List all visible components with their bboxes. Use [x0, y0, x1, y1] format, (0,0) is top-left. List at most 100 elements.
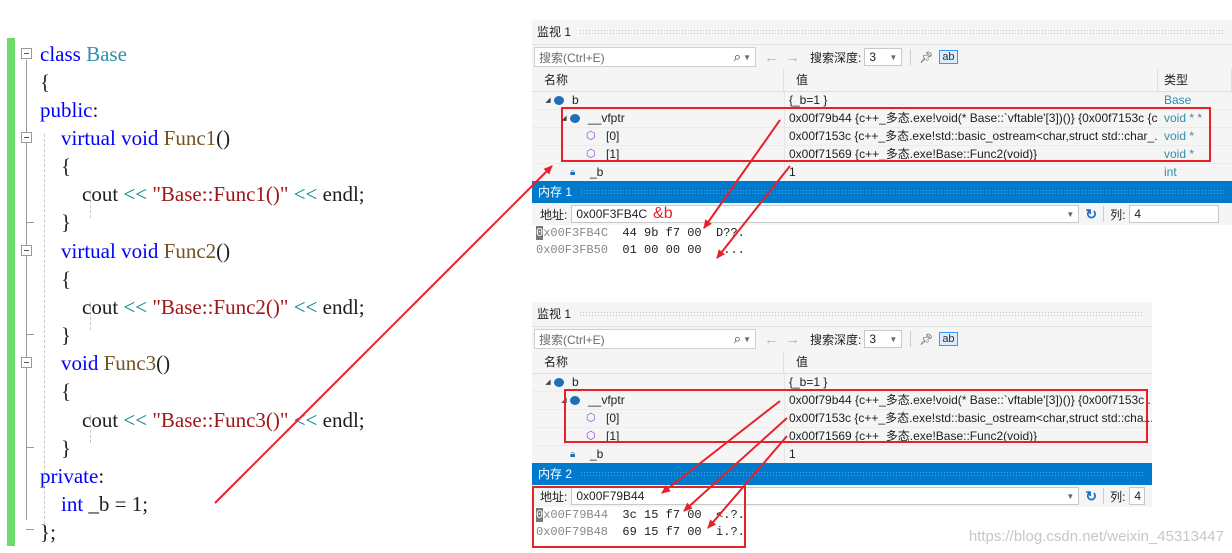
- code-line[interactable]: }: [40, 321, 71, 349]
- code-line[interactable]: };: [40, 518, 56, 546]
- watch-cell-value[interactable]: 0x00f71569 {c++_多态.exe!Base::Func2(void)…: [784, 146, 1158, 163]
- code-line[interactable]: cout << "Base::Func3()" << endl;: [40, 406, 365, 434]
- hex-display-icon[interactable]: ab: [939, 332, 958, 346]
- watch-cell-value[interactable]: 0x00f79b44 {c++_多态.exe!void(* Base::`vft…: [784, 392, 1152, 409]
- code-line[interactable]: virtual void Func1(): [40, 124, 230, 152]
- code-line[interactable]: }: [40, 434, 71, 462]
- pin-filter-icon[interactable]: 📌︎: [919, 333, 933, 346]
- code-line[interactable]: }: [40, 208, 71, 236]
- memory-bytes[interactable]: 01 00 00 00: [608, 243, 716, 257]
- change-indicator-bar: [7, 38, 15, 546]
- drag-handle[interactable]: [580, 471, 1144, 477]
- collapse-class-toggle[interactable]: [21, 48, 32, 59]
- address-input[interactable]: 0x00F79B44 ▼: [571, 487, 1080, 505]
- drag-handle[interactable]: [579, 29, 1224, 35]
- column-header-type[interactable]: 类型: [1158, 69, 1232, 91]
- chevron-down-icon[interactable]: ▼: [743, 53, 751, 62]
- watch-row-vftable-1[interactable]: ⬡ [1] 0x00f71569 {c++_多态.exe!Base::Func2(v…: [532, 146, 1232, 164]
- refresh-icon[interactable]: ↻: [1085, 488, 1097, 505]
- code-line[interactable]: cout << "Base::Func2()" << endl;: [40, 293, 365, 321]
- forward-arrow-icon[interactable]: →: [785, 49, 800, 66]
- code-line[interactable]: {: [40, 265, 71, 293]
- column-header-value[interactable]: 值: [784, 351, 1152, 373]
- watch-row-vftable-1[interactable]: ⬡ [1] 0x00f71569 {c++_多态.exe!Base::Func2(v…: [532, 428, 1152, 446]
- collapse-func2-toggle[interactable]: [21, 245, 32, 256]
- code-editor[interactable]: class Base{public: virtual void Func1() …: [0, 34, 530, 546]
- pin-filter-icon[interactable]: 📌︎: [919, 51, 933, 64]
- watch-search-input[interactable]: 搜索(Ctrl+E) ⌕ ▼: [534, 329, 756, 349]
- watch-row-vftable-0[interactable]: ⬡ [0] 0x00f7153c {c++_多态.exe!std::basic_os…: [532, 410, 1152, 428]
- code-line[interactable]: cout << "Base::Func1()" << endl;: [40, 180, 365, 208]
- watch-cell-value[interactable]: 1: [784, 446, 1152, 463]
- address-label: 地址:: [540, 489, 568, 504]
- forward-arrow-icon[interactable]: →: [785, 331, 800, 348]
- code-line[interactable]: class Base: [40, 40, 127, 68]
- address-value: 0x00F3FB4C: [576, 207, 648, 221]
- watch-cell-value[interactable]: {_b=1 }: [784, 374, 1152, 391]
- memory-bytes[interactable]: 44 9b f7 00: [608, 226, 716, 240]
- code-token: {: [40, 70, 51, 94]
- column-header-value[interactable]: 值: [784, 69, 1158, 91]
- watch-row-vfptr[interactable]: ◢ __vfptr 0x00f79b44 {c++_多态.exe!void(* Ba…: [532, 110, 1232, 128]
- memory-row[interactable]: 0x00F79B44 3c 15 f7 00 <.?.: [532, 507, 1152, 524]
- expand-triangle-icon[interactable]: ◢: [558, 392, 570, 409]
- chevron-down-icon[interactable]: ▼: [1066, 492, 1074, 501]
- watch-cell-value[interactable]: 0x00f7153c {c++_多态.exe!std::basic_ostrea…: [784, 410, 1152, 427]
- watch-toolbar: 搜索(Ctrl+E) ⌕ ▼ ← → 搜索深度: 3 ▼ 📌︎ ab: [532, 326, 1152, 351]
- watch-cell-name: ◢ __vfptr: [532, 110, 784, 127]
- expand-triangle-icon[interactable]: ◢: [542, 374, 554, 391]
- code-line[interactable]: int _b = 1;: [40, 490, 148, 518]
- hex-display-icon[interactable]: ab: [939, 50, 958, 64]
- watch-search-input[interactable]: 搜索(Ctrl+E) ⌕ ▼: [534, 47, 756, 67]
- watch-row-member-b[interactable]: 🔒︎ _b 1 int: [532, 164, 1232, 182]
- code-line[interactable]: void Func3(): [40, 349, 170, 377]
- watch-panel-title: 监视 1: [532, 302, 1152, 326]
- columns-input[interactable]: 4: [1129, 487, 1146, 505]
- code-line[interactable]: {: [40, 68, 50, 96]
- expand-triangle-icon[interactable]: ◢: [542, 92, 554, 109]
- watch-cell-value[interactable]: 1: [784, 164, 1158, 181]
- watch-cell-value[interactable]: 0x00f79b44 {c++_多态.exe!void(* Base::`vft…: [784, 110, 1158, 127]
- watch-cell-value[interactable]: 0x00f7153c {c++_多态.exe!std::basic_ostrea…: [784, 128, 1158, 145]
- cube-element-icon: ⬡: [586, 412, 596, 424]
- search-depth-select[interactable]: 3 ▼: [864, 330, 903, 348]
- watch-row-vfptr[interactable]: ◢ __vfptr 0x00f79b44 {c++_多态.exe!void(* Ba…: [532, 392, 1152, 410]
- back-arrow-icon[interactable]: ←: [764, 331, 779, 348]
- memory-panel-top: 内存 1 地址: 0x00F3FB4C &b ▼ ↻ 列: 4 0x00F3FB…: [532, 181, 1232, 263]
- collapse-func3-toggle[interactable]: [21, 357, 32, 368]
- back-arrow-icon[interactable]: ←: [764, 49, 779, 66]
- search-depth-select[interactable]: 3 ▼: [864, 48, 903, 66]
- watch-row-member-b[interactable]: 🔒︎ _b 1: [532, 446, 1152, 464]
- watch-row-vftable-0[interactable]: ⬡ [0] 0x00f7153c {c++_多态.exe!std::basic_os…: [532, 128, 1232, 146]
- watch-row-b[interactable]: ◢ b {_b=1 } Base: [532, 92, 1232, 110]
- search-icon[interactable]: ⌕: [734, 49, 741, 65]
- drag-handle[interactable]: [580, 189, 1224, 195]
- code-line[interactable]: public:: [40, 96, 98, 124]
- column-header-name[interactable]: 名称: [532, 69, 784, 91]
- chevron-down-icon[interactable]: ▼: [743, 335, 751, 344]
- chevron-down-icon: ▼: [889, 334, 898, 344]
- code-line[interactable]: private:: [40, 462, 104, 490]
- code-line[interactable]: virtual void Func2(): [40, 237, 230, 265]
- watch-cell-value[interactable]: 0x00f71569 {c++_多态.exe!Base::Func2(void)…: [784, 428, 1152, 445]
- memory-bytes[interactable]: 69 15 f7 00: [608, 525, 716, 539]
- collapse-func1-toggle[interactable]: [21, 132, 32, 143]
- watch-row-b[interactable]: ◢ b {_b=1 }: [532, 374, 1152, 392]
- columns-input[interactable]: 4: [1129, 205, 1220, 223]
- chevron-down-icon[interactable]: ▼: [1066, 210, 1074, 219]
- refresh-icon[interactable]: ↻: [1085, 206, 1097, 223]
- search-icon[interactable]: ⌕: [734, 331, 741, 347]
- watch-cell-type: int: [1164, 165, 1177, 179]
- code-line[interactable]: {: [40, 152, 71, 180]
- address-input[interactable]: 0x00F3FB4C &b ▼: [571, 205, 1080, 223]
- code-line[interactable]: {: [40, 377, 71, 405]
- search-placeholder: 搜索(Ctrl+E): [539, 332, 605, 347]
- watch-cell-value[interactable]: {_b=1 }: [784, 92, 1158, 109]
- expand-triangle-icon[interactable]: ◢: [558, 110, 570, 127]
- watch-cell-name: ⬡ [1]: [532, 428, 784, 445]
- memory-bytes[interactable]: 3c 15 f7 00: [608, 508, 716, 522]
- memory-row[interactable]: 0x00F3FB4C 44 9b f7 00 D??.: [532, 225, 1232, 242]
- column-header-name[interactable]: 名称: [532, 351, 784, 373]
- drag-handle[interactable]: [579, 311, 1144, 317]
- memory-row[interactable]: 0x00F3FB50 01 00 00 00 ....: [532, 242, 1232, 259]
